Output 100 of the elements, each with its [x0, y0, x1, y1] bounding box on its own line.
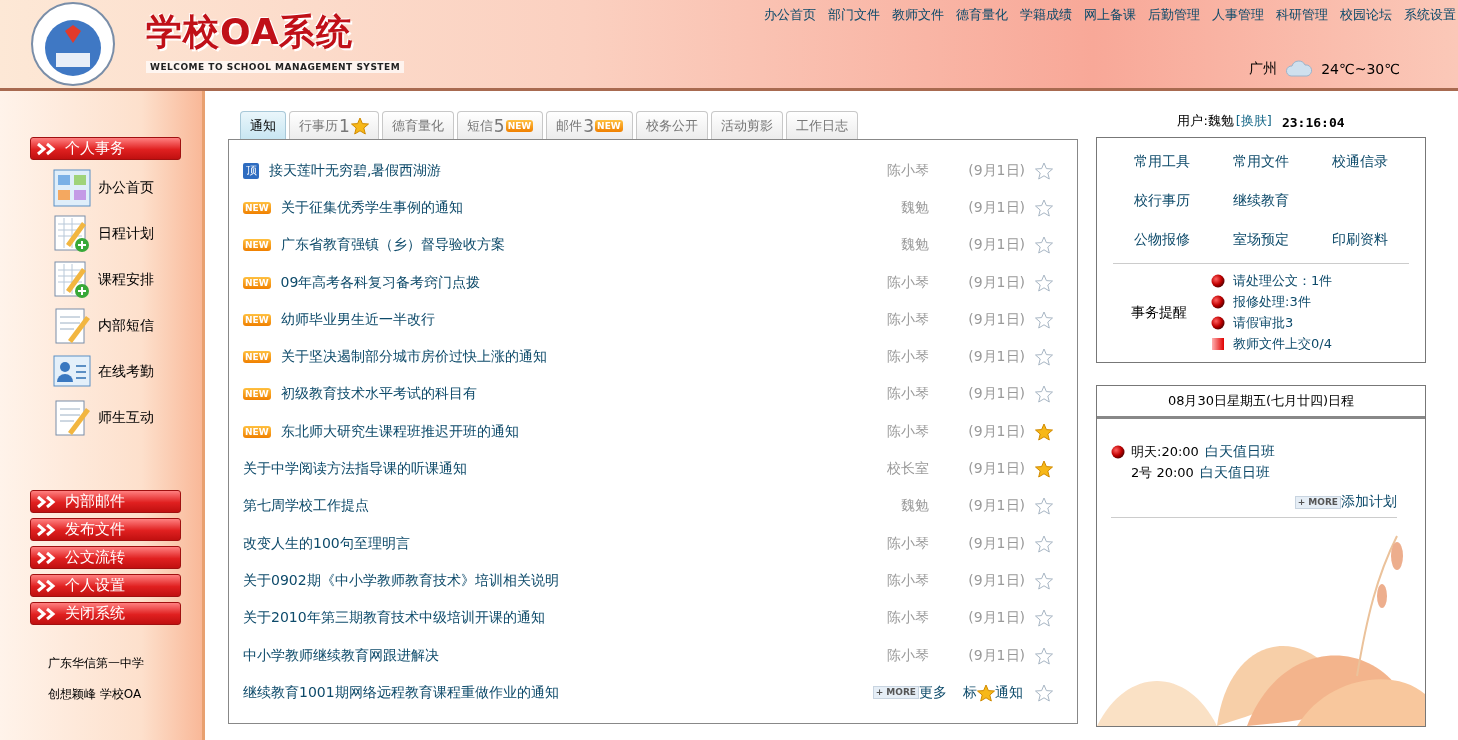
- tab[interactable]: 校务公开: [635, 111, 708, 139]
- nav-link[interactable]: 校园论坛: [1340, 6, 1392, 24]
- star-icon[interactable]: [1035, 646, 1053, 665]
- tool-link[interactable]: 常用文件: [1211, 142, 1311, 181]
- notice-date: (9月1日): [967, 646, 1025, 665]
- tool-link[interactable]: 校行事历: [1113, 181, 1212, 220]
- star-icon[interactable]: [1035, 683, 1053, 702]
- nav-link[interactable]: 科研管理: [1276, 6, 1328, 24]
- notice-link[interactable]: 接天莲叶无穷碧,暑假西湖游: [269, 161, 442, 180]
- nav-link[interactable]: 后勤管理: [1148, 6, 1200, 24]
- sidebar-link[interactable]: 内部短信: [98, 317, 154, 335]
- notice-author: 陈小琴: [886, 422, 929, 441]
- reminder-link[interactable]: 请假审批3: [1233, 314, 1294, 332]
- notice-link[interactable]: 改变人生的100句至理明言: [243, 534, 410, 553]
- star-icon[interactable]: [1035, 609, 1053, 628]
- more-badge: + MORE: [1294, 495, 1341, 509]
- menu-button[interactable]: 发布文件: [30, 518, 181, 541]
- notice-link[interactable]: 中小学教师继续教育网跟进解决: [243, 646, 439, 665]
- nav-link[interactable]: 人事管理: [1212, 6, 1264, 24]
- more-link[interactable]: 更多: [919, 683, 947, 702]
- tab[interactable]: 活动剪影: [710, 111, 783, 139]
- sidebar-link[interactable]: 师生互动: [98, 409, 154, 427]
- new-badge: NEW: [243, 201, 271, 214]
- sidebar-link[interactable]: 日程计划: [98, 225, 154, 243]
- menu-button[interactable]: 个人事务: [30, 137, 181, 160]
- tool-link[interactable]: 印刷资料: [1310, 220, 1409, 259]
- reminder-link[interactable]: 教师文件上交0/4: [1233, 335, 1332, 353]
- weather-temp: 24℃~30℃: [1321, 61, 1400, 77]
- nav-link[interactable]: 部门文件: [828, 6, 880, 24]
- tool-link[interactable]: 公物报修: [1113, 220, 1212, 259]
- notice-link[interactable]: 关于2010年第三期教育技术中级培训开课的通知: [243, 609, 545, 628]
- notice-link[interactable]: 关于0902期《中小学教师教育技术》培训相关说明: [243, 571, 559, 590]
- nav-link[interactable]: 德育量化: [956, 6, 1008, 24]
- sidebar-link[interactable]: 办公首页: [98, 179, 154, 197]
- star-icon[interactable]: [1035, 534, 1053, 553]
- new-badge: NEW: [243, 388, 271, 401]
- notice-link[interactable]: 继续教育1001期网络远程教育课程重做作业的通知: [243, 683, 559, 702]
- tab[interactable]: 行事历 1: [289, 111, 379, 139]
- star-note-text: 通知: [995, 683, 1023, 702]
- notice-author: 陈小琴: [886, 534, 929, 553]
- reminder-label: 事务提醒: [1130, 303, 1188, 322]
- tab[interactable]: 工作日志: [785, 111, 858, 139]
- notice-link[interactable]: 第七周学校工作提点: [243, 497, 369, 516]
- star-icon[interactable]: [1035, 422, 1053, 441]
- notice-link[interactable]: 关于坚决遏制部分城市房价过快上涨的通知: [280, 348, 547, 367]
- ball-bullet-icon: [1211, 295, 1225, 309]
- star-icon[interactable]: [1035, 198, 1053, 217]
- new-badge: NEW: [595, 119, 623, 132]
- new-badge: NEW: [243, 313, 271, 326]
- pin-badge: 顶: [243, 162, 259, 179]
- system-title: 学校OA系统: [146, 9, 355, 54]
- tool-link[interactable]: 继续教育: [1211, 181, 1311, 220]
- tab[interactable]: 德育量化: [381, 111, 454, 139]
- star-icon[interactable]: [1035, 348, 1053, 367]
- menu-button[interactable]: 个人设置: [30, 574, 181, 597]
- star-icon[interactable]: [1035, 460, 1053, 478]
- notice-link[interactable]: 广东省教育强镇（乡）督导验收方案: [280, 236, 505, 255]
- schedule-event[interactable]: 白天值日班: [1204, 443, 1275, 461]
- add-plan-link[interactable]: 添加计划: [1341, 493, 1397, 511]
- tab[interactable]: 通知: [240, 111, 286, 139]
- menu-button[interactable]: 内部邮件: [30, 490, 181, 513]
- nav-link[interactable]: 网上备课: [1084, 6, 1136, 24]
- reminder-link[interactable]: 请处理公文：1件: [1233, 272, 1333, 290]
- star-icon[interactable]: [1035, 236, 1053, 255]
- sidebar-link[interactable]: 课程安排: [98, 271, 154, 289]
- tool-link[interactable]: 室场预定: [1211, 220, 1311, 259]
- schedule-time: 明天:20:00: [1131, 443, 1199, 461]
- notice-link[interactable]: 09年高考各科复习备考窍门点拨: [280, 273, 481, 292]
- star-icon[interactable]: [1035, 497, 1053, 516]
- skin-link[interactable]: [换肤]: [1235, 112, 1272, 130]
- ball-bullet-icon: [1211, 316, 1225, 330]
- ball-bullet-icon: [1211, 274, 1225, 288]
- tool-link[interactable]: 常用工具: [1113, 142, 1212, 181]
- nav-link[interactable]: 系统设置: [1404, 6, 1456, 24]
- nav-link[interactable]: 学籍成绩: [1020, 6, 1072, 24]
- menu-button[interactable]: 关闭系统: [30, 602, 181, 625]
- weather-city: 广州: [1249, 60, 1278, 78]
- reminder-link[interactable]: 报修处理:3件: [1233, 293, 1311, 311]
- sidebar-link[interactable]: 在线考勤: [98, 363, 154, 381]
- star-icon[interactable]: [1035, 385, 1053, 404]
- notice-link[interactable]: 关于征集优秀学生事例的通知: [280, 198, 463, 217]
- notice-link[interactable]: 东北师大研究生课程班推迟开班的通知: [280, 422, 519, 441]
- star-icon[interactable]: [1035, 161, 1053, 180]
- new-badge: NEW: [505, 119, 534, 132]
- notice-author: 魏勉: [900, 497, 929, 516]
- notice-date: (9月1日): [967, 422, 1025, 441]
- nav-link[interactable]: 办公首页: [764, 6, 816, 24]
- star-icon[interactable]: [1035, 273, 1053, 292]
- notice-link[interactable]: 初级教育技术水平考试的科目有: [280, 385, 477, 404]
- nav-link[interactable]: 教师文件: [892, 6, 944, 24]
- notice-author: 魏勉: [900, 198, 929, 217]
- tool-link[interactable]: 校通信录: [1310, 142, 1409, 181]
- star-icon[interactable]: [1035, 571, 1053, 590]
- notice-link[interactable]: 幼师毕业男生近一半改行: [280, 310, 435, 329]
- star-icon[interactable]: [1035, 310, 1053, 329]
- star-note-text: 标: [963, 683, 977, 702]
- schedule-event[interactable]: 白天值日班: [1199, 464, 1270, 482]
- menu-button[interactable]: 公文流转: [30, 546, 181, 569]
- notice-date: (9月1日): [967, 609, 1025, 628]
- notice-link[interactable]: 关于中学阅读方法指导课的听课通知: [243, 460, 467, 478]
